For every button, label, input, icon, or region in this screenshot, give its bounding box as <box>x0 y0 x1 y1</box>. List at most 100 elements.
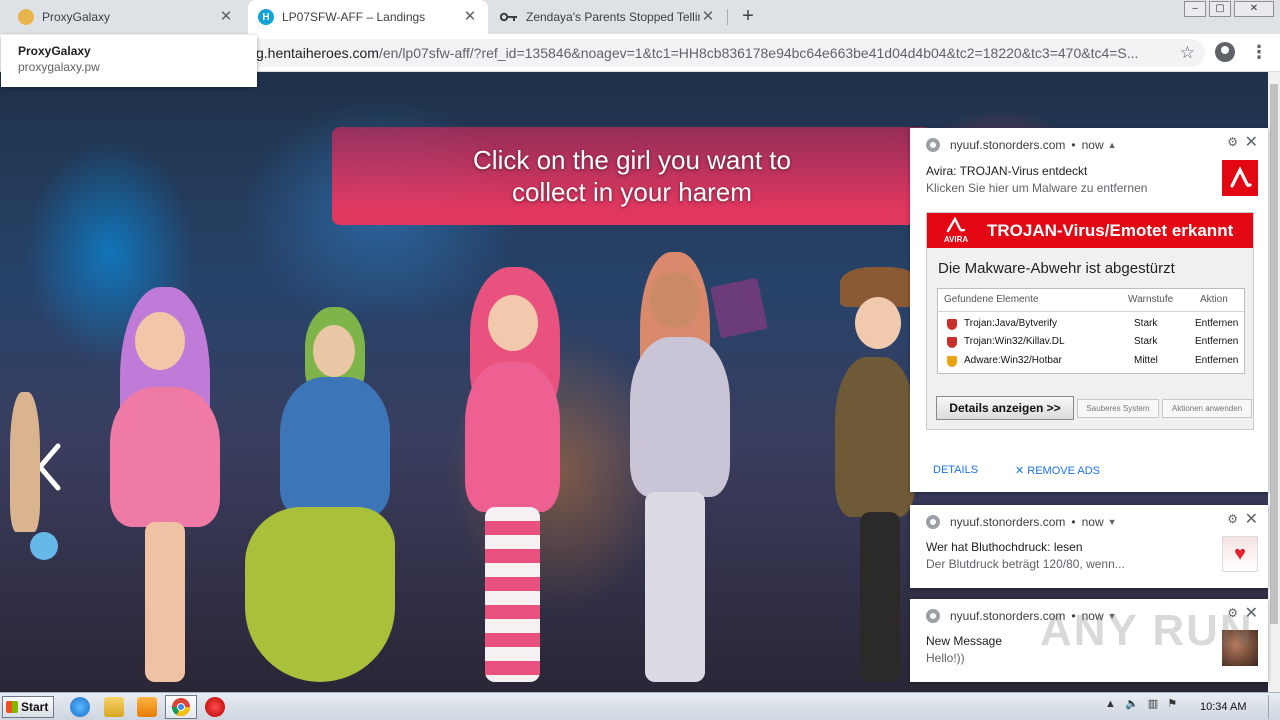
tab-title: Zendaya's Parents Stopped Telling H <box>526 10 700 24</box>
address-bar[interactable]: g.hentaiheroes.com/en/lp07sfw-aff/?ref_i… <box>200 39 1205 67</box>
separator-dot: • <box>1071 515 1076 529</box>
taskbar-chrome-active[interactable] <box>165 695 197 719</box>
hover-card-domain: proxygalaxy.pw <box>18 60 100 74</box>
show-desktop-button[interactable] <box>1268 695 1278 719</box>
account-avatar-icon[interactable] <box>1215 42 1235 62</box>
notification-title: Avira: TROJAN-Virus entdeckt <box>926 164 1088 178</box>
minimize-button[interactable]: – <box>1184 1 1206 17</box>
gear-icon[interactable]: ⚙ <box>1227 512 1238 526</box>
tab-proxygalaxy[interactable]: ProxyGalaxy ✕ <box>8 0 244 34</box>
av-clean-button: Sauberes System <box>1077 399 1159 418</box>
chrome-icon <box>926 609 940 623</box>
shield-red-icon <box>947 319 957 330</box>
taskbar: Start ▲ 🔈 ▥ ⚑ 10:34 AM <box>0 692 1280 720</box>
character-striped-stockings[interactable] <box>440 267 580 687</box>
bookmark-star-icon[interactable]: ☆ <box>1180 43 1195 63</box>
chrome-icon <box>926 138 940 152</box>
av-headline: TROJAN-Virus/Emotet erkannt <box>987 221 1234 240</box>
tab-close-icon[interactable]: ✕ <box>700 9 716 25</box>
file-explorer-icon[interactable] <box>104 697 124 717</box>
av-col-items: Gefundene Elemente <box>944 294 1039 305</box>
threat-action: Entfernen <box>1195 336 1239 347</box>
tab-title: ProxyGalaxy <box>42 10 111 24</box>
hover-card-title: ProxyGalaxy <box>18 44 91 58</box>
character-naga[interactable] <box>245 307 405 687</box>
character-partial-left[interactable] <box>10 332 58 592</box>
separator-dot: • <box>1071 138 1076 152</box>
shield-yellow-icon <box>947 356 957 367</box>
url-path: /en/lp07sfw-aff/?ref_id=135846&noagev=1&… <box>378 45 1139 61</box>
av-threat-table: Gefundene Elemente Warnstufe Aktion Troj… <box>937 288 1245 374</box>
character-pink-dress[interactable] <box>100 287 230 687</box>
notification-blood-pressure[interactable]: nyuuf.stonorders.com • now ▼ ⚙ ✕ Wer hat… <box>910 505 1268 588</box>
tab-close-icon[interactable]: ✕ <box>218 9 234 25</box>
notification-image: AVIRA TROJAN-Virus/Emotet erkannt Die Ma… <box>926 212 1254 430</box>
chevron-up-icon[interactable]: ▲ <box>1108 140 1117 150</box>
av-col-action: Aktion <box>1200 294 1228 305</box>
av-details-button: Details anzeigen >> <box>936 396 1074 420</box>
chrome-taskbar-icon <box>172 698 190 717</box>
hero-banner: Click on the girl you want to collect in… <box>332 127 932 225</box>
avira-logo-icon: AVIRA <box>941 216 971 245</box>
character-explorer[interactable] <box>830 267 920 687</box>
url-text[interactable]: g.hentaiheroes.com/en/lp07sfw-aff/?ref_i… <box>256 39 1156 67</box>
notification-avira[interactable]: nyuuf.stonorders.com • now ▲ ⚙ ✕ Avira: … <box>910 128 1268 492</box>
internet-explorer-icon[interactable] <box>70 697 90 717</box>
tab-landings[interactable]: H LP07SFW-AFF – Landings ✕ <box>248 0 488 34</box>
tab-close-icon[interactable]: ✕ <box>462 9 478 25</box>
table-row: Adware:Win32/Hotbar Mittel Entfernen <box>938 352 1244 370</box>
chevron-down-icon[interactable]: ▼ <box>1108 517 1117 527</box>
banner-text: Click on the girl you want to collect in… <box>473 145 791 207</box>
network-icon[interactable]: ▥ <box>1148 698 1158 710</box>
hentaiheroes-favicon-icon: H <box>258 9 274 25</box>
tab-zendaya[interactable]: Zendaya's Parents Stopped Telling H ✕ <box>490 0 726 34</box>
clock[interactable]: 10:34 AM <box>1200 693 1246 720</box>
proxygalaxy-favicon-icon <box>18 9 34 25</box>
browser-menu-icon[interactable]: ⋮ <box>1250 40 1268 64</box>
close-icon[interactable]: ✕ <box>1245 132 1258 152</box>
av-subhead: Die Makware-Abwehr ist abgestürzt <box>938 260 1175 277</box>
notification-title: New Message <box>926 634 1003 648</box>
flag-icon[interactable]: ⚑ <box>1167 698 1177 710</box>
close-icon[interactable]: ✕ <box>1245 509 1258 529</box>
scrollbar-thumb[interactable] <box>1270 84 1278 624</box>
start-button[interactable]: Start <box>2 696 54 718</box>
tray-expand-icon[interactable]: ▲ <box>1105 698 1116 710</box>
windows-logo-icon <box>6 701 18 713</box>
tab-title: LP07SFW-AFF – Landings <box>282 10 426 24</box>
avira-icon <box>1222 160 1258 196</box>
close-window-button[interactable]: ✕ <box>1234 1 1274 17</box>
notification-header: nyuuf.stonorders.com • now ▼ <box>926 514 1117 530</box>
threat-level: Stark <box>1134 336 1158 347</box>
av-header-bar: AVIRA TROJAN-Virus/Emotet erkannt <box>927 213 1253 248</box>
remove-ads-button[interactable]: ✕ REMOVE ADS <box>1015 464 1100 477</box>
table-row: Trojan:Java/Bytverify Stark Entfernen <box>938 315 1244 333</box>
threat-level: Stark <box>1134 318 1158 329</box>
url-host: g.hentaiheroes.com <box>256 45 379 61</box>
tab-hover-card: ProxyGalaxy proxygalaxy.pw <box>1 35 257 87</box>
shield-red-icon <box>947 337 957 348</box>
new-tab-button[interactable]: + <box>737 6 759 28</box>
avira-logo-text: AVIRA <box>943 235 969 244</box>
notification-header: nyuuf.stonorders.com • now ▲ <box>926 137 1117 153</box>
notification-time: now <box>1081 138 1104 152</box>
maximize-button[interactable]: ▢ <box>1209 1 1231 17</box>
threat-action: Entfernen <box>1195 355 1239 366</box>
system-tray: ▲ 🔈 ▥ ⚑ <box>1105 697 1177 710</box>
table-row: Trojan:Win32/Killav.DL Stark Entfernen <box>938 333 1244 351</box>
blood-pressure-icon: ♥ <box>1222 536 1258 572</box>
notification-time: now <box>1081 515 1104 529</box>
threat-action: Entfernen <box>1195 318 1239 329</box>
media-player-icon[interactable] <box>137 697 157 717</box>
threat-name: Trojan:Win32/Killav.DL <box>964 336 1065 347</box>
av-col-level: Warnstufe <box>1128 294 1174 305</box>
opera-icon[interactable] <box>205 697 225 717</box>
gear-icon[interactable]: ⚙ <box>1227 135 1238 149</box>
anyrun-watermark: ANY RUN <box>1040 606 1254 655</box>
page-scrollbar[interactable] <box>1268 72 1280 692</box>
character-bodysuit-book[interactable] <box>620 252 770 687</box>
key-icon <box>500 9 518 25</box>
speaker-icon[interactable]: 🔈 <box>1125 698 1139 710</box>
tab-strip: ProxyGalaxy ✕ H LP07SFW-AFF – Landings ✕… <box>0 0 1280 34</box>
details-button[interactable]: DETAILS <box>933 464 978 476</box>
